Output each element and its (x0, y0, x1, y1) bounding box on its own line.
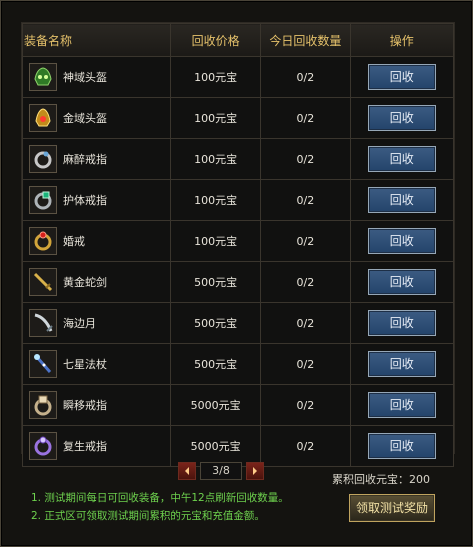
item-count: 0/2 (260, 425, 351, 467)
item-name: 金域头盔 (63, 112, 107, 125)
item-count: 0/2 (260, 220, 351, 262)
notes: 1. 测试期间每日可回收装备，中午12点刷新回收数量。 2. 正式区可领取测试期… (31, 489, 331, 525)
chevron-left-icon (185, 467, 189, 475)
recycle-button[interactable]: 回收 (367, 146, 436, 172)
item-price: 100元宝 (170, 179, 262, 221)
item-count: 0/2 (260, 302, 351, 344)
pagination: 3/8 (178, 462, 264, 480)
table-header-row: 装备名称 回收价格 今日回收数量 操作 (21, 23, 455, 57)
item-name: 复生戒指 (63, 440, 107, 453)
recycle-button[interactable]: 回收 (367, 351, 436, 377)
item-count: 0/2 (260, 343, 351, 385)
item-price: 500元宝 (170, 343, 262, 385)
recycle-button[interactable]: 回收 (367, 64, 436, 90)
ring-cube-icon (29, 391, 57, 419)
item-price: 100元宝 (170, 97, 262, 139)
table-row: 七星法杖 500元宝 0/2 回收 (21, 343, 455, 385)
page-indicator: 3/8 (200, 462, 242, 480)
recycle-button[interactable]: 回收 (367, 392, 436, 418)
recycle-table: 装备名称 回收价格 今日回收数量 操作 神域头盔 100元宝 0/2 回收 金域… (21, 23, 455, 467)
item-price: 500元宝 (170, 261, 262, 303)
item-name: 麻醉戒指 (63, 153, 107, 166)
item-name: 七星法杖 (63, 358, 107, 371)
item-name: 瞬移戒指 (63, 399, 107, 412)
next-page-button[interactable] (246, 462, 264, 480)
recycle-window: 装备名称 回收价格 今日回收数量 操作 神域头盔 100元宝 0/2 回收 金域… (0, 0, 473, 547)
item-count: 0/2 (260, 384, 351, 426)
ring-green-icon (29, 186, 57, 214)
item-price: 5000元宝 (170, 425, 262, 467)
claim-test-reward-button[interactable]: 领取测试奖励 (349, 494, 435, 522)
note-2: 2. 正式区可领取测试期间累积的元宝和充值金额。 (31, 510, 265, 522)
header-action: 操作 (349, 23, 455, 57)
table-row: 麻醉戒指 100元宝 0/2 回收 (21, 138, 455, 180)
previous-page-button[interactable] (178, 462, 196, 480)
ring-red-icon (29, 227, 57, 255)
table-row: 海边月 500元宝 0/2 回收 (21, 302, 455, 344)
table-row: 神域头盔 100元宝 0/2 回收 (21, 56, 455, 98)
table-row: 护体戒指 100元宝 0/2 回收 (21, 179, 455, 221)
recycle-button[interactable]: 回收 (367, 433, 436, 459)
recycle-button[interactable]: 回收 (367, 187, 436, 213)
item-name: 神域头盔 (63, 71, 107, 84)
header-item-name: 装备名称 (21, 23, 172, 57)
table-row: 婚戒 100元宝 0/2 回收 (21, 220, 455, 262)
item-name: 护体戒指 (63, 194, 107, 207)
total-recycled-ingots: 累积回收元宝：200 (332, 473, 430, 486)
table-row: 瞬移戒指 5000元宝 0/2 回收 (21, 384, 455, 426)
item-count: 0/2 (260, 179, 351, 221)
item-price: 100元宝 (170, 220, 262, 262)
note-1: 1. 测试期间每日可回收装备，中午12点刷新回收数量。 (31, 492, 289, 504)
recycle-button[interactable]: 回收 (367, 228, 436, 254)
item-count: 0/2 (260, 138, 351, 180)
table-row: 黄金蛇剑 500元宝 0/2 回收 (21, 261, 455, 303)
item-name: 黄金蛇剑 (63, 276, 107, 289)
ring-silver-icon (29, 145, 57, 173)
table-row: 金域头盔 100元宝 0/2 回收 (21, 97, 455, 139)
header-price: 回收价格 (170, 23, 262, 57)
recycle-button[interactable]: 回收 (367, 310, 436, 336)
table-row: 复生戒指 5000元宝 0/2 回收 (21, 425, 455, 467)
chevron-right-icon (253, 467, 257, 475)
recycle-button[interactable]: 回收 (367, 269, 436, 295)
item-price: 100元宝 (170, 56, 262, 98)
blade-moon-icon (29, 309, 57, 337)
item-name: 海边月 (63, 317, 96, 330)
header-today-count: 今日回收数量 (260, 23, 351, 57)
item-count: 0/2 (260, 261, 351, 303)
recycle-button[interactable]: 回收 (367, 105, 436, 131)
item-name: 婚戒 (63, 235, 85, 248)
item-price: 100元宝 (170, 138, 262, 180)
helmet-gold-icon (29, 104, 57, 132)
item-price: 500元宝 (170, 302, 262, 344)
staff-icon (29, 350, 57, 378)
ring-purple-icon (29, 432, 57, 460)
item-price: 5000元宝 (170, 384, 262, 426)
helmet-green-icon (29, 63, 57, 91)
item-count: 0/2 (260, 56, 351, 98)
item-count: 0/2 (260, 97, 351, 139)
sword-gold-icon (29, 268, 57, 296)
recycle-table-panel: 装备名称 回收价格 今日回收数量 操作 神域头盔 100元宝 0/2 回收 金域… (21, 22, 455, 467)
